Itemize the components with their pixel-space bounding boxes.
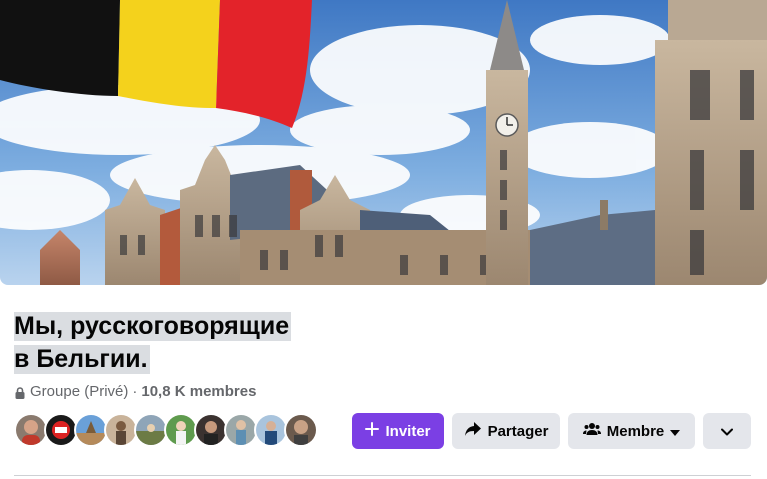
cover-image bbox=[0, 0, 767, 285]
member-avatar[interactable] bbox=[134, 413, 168, 447]
divider bbox=[14, 475, 751, 476]
member-avatar[interactable] bbox=[104, 413, 138, 447]
member-avatar[interactable] bbox=[44, 413, 78, 447]
member-avatar[interactable] bbox=[74, 413, 108, 447]
group-title-line-2: в Бельгии. bbox=[14, 345, 150, 374]
member-avatar[interactable] bbox=[224, 413, 258, 447]
plus-icon bbox=[365, 422, 380, 440]
chevron-down-icon bbox=[721, 423, 733, 440]
more-options-button[interactable] bbox=[703, 413, 751, 449]
member-button[interactable]: Membre bbox=[568, 413, 695, 449]
member-avatars bbox=[14, 413, 318, 449]
people-icon bbox=[582, 422, 601, 440]
group-privacy[interactable]: Groupe (Privé) bbox=[30, 383, 128, 400]
share-label: Partager bbox=[487, 422, 549, 440]
lock-icon bbox=[14, 386, 26, 399]
member-avatar[interactable] bbox=[284, 413, 318, 447]
member-label: Membre bbox=[606, 422, 665, 440]
member-avatar[interactable] bbox=[254, 413, 288, 447]
member-avatar[interactable] bbox=[14, 413, 48, 447]
group-meta: Groupe (Privé) · 10,8 K membres bbox=[14, 383, 256, 400]
share-button[interactable]: Partager bbox=[452, 413, 560, 449]
caret-down-icon bbox=[670, 423, 681, 440]
member-avatar[interactable] bbox=[194, 413, 228, 447]
invite-button[interactable]: Inviter bbox=[352, 413, 444, 449]
group-title-line-1: Мы, русскоговорящие bbox=[14, 312, 292, 341]
share-arrow-icon bbox=[464, 421, 482, 441]
group-title[interactable]: Мы, русскоговорящие в Бельгии. bbox=[14, 310, 354, 376]
member-avatar[interactable] bbox=[164, 413, 198, 447]
meta-separator: · bbox=[132, 383, 138, 400]
invite-label: Inviter bbox=[385, 422, 431, 440]
cover-photo[interactable] bbox=[0, 0, 767, 285]
members-count[interactable]: 10,8 K membres bbox=[141, 383, 256, 400]
